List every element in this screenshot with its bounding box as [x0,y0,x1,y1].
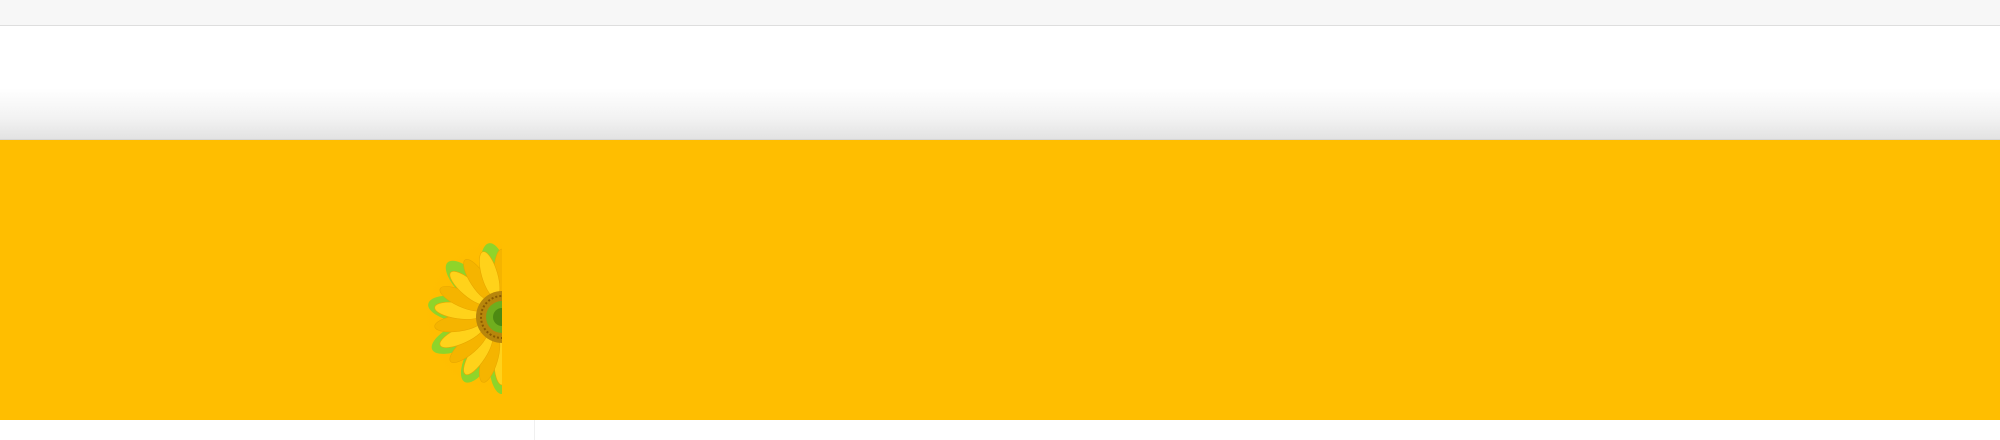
top-strip [0,0,2000,26]
page [0,0,2000,440]
hero-banner [0,140,2000,420]
divider-line [534,420,535,440]
sunflower-graphic [418,202,502,420]
site-header [0,26,2000,140]
sunflower-icon [418,202,502,420]
